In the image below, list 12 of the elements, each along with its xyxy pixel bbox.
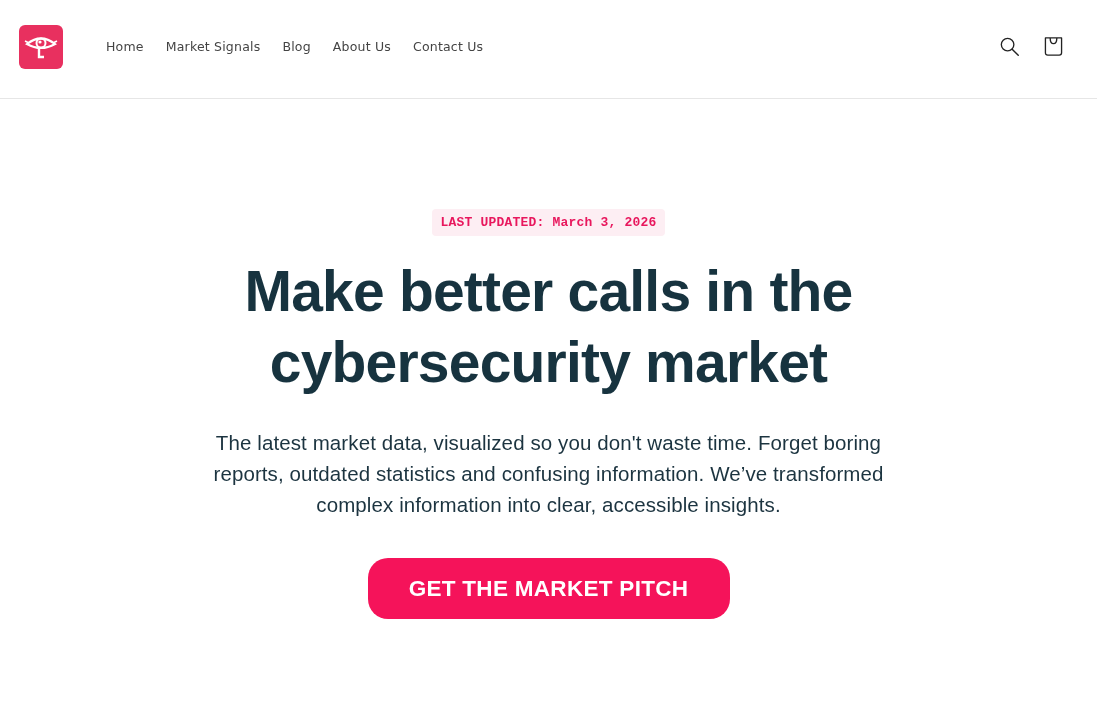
hero-description: The latest market data, visualized so you don't waste time. Forget boring reports, outdated statistics and confusing information. We’ve transformed complex information into clear, accessible insights.	[212, 430, 885, 518]
shopping-bag-icon[interactable]	[1044, 37, 1063, 56]
nav-link[interactable]: Home	[106, 39, 144, 54]
last-updated-badge: LAST UPDATED: March 3, 2026	[432, 209, 665, 236]
nav-link[interactable]: About Us	[332, 39, 391, 54]
market-pitch-button[interactable]: GET THE MARKET PITCH	[367, 558, 730, 619]
nav-link[interactable]: Market Signals	[165, 39, 261, 54]
nav-link[interactable]: Contact Us	[413, 39, 484, 54]
eye-logo-icon[interactable]	[19, 24, 63, 69]
search-icon[interactable]	[1000, 37, 1019, 56]
hero-heading: Make better calls in the cybersecurity market	[244, 258, 853, 396]
nav-link[interactable]: Blog	[282, 39, 311, 54]
